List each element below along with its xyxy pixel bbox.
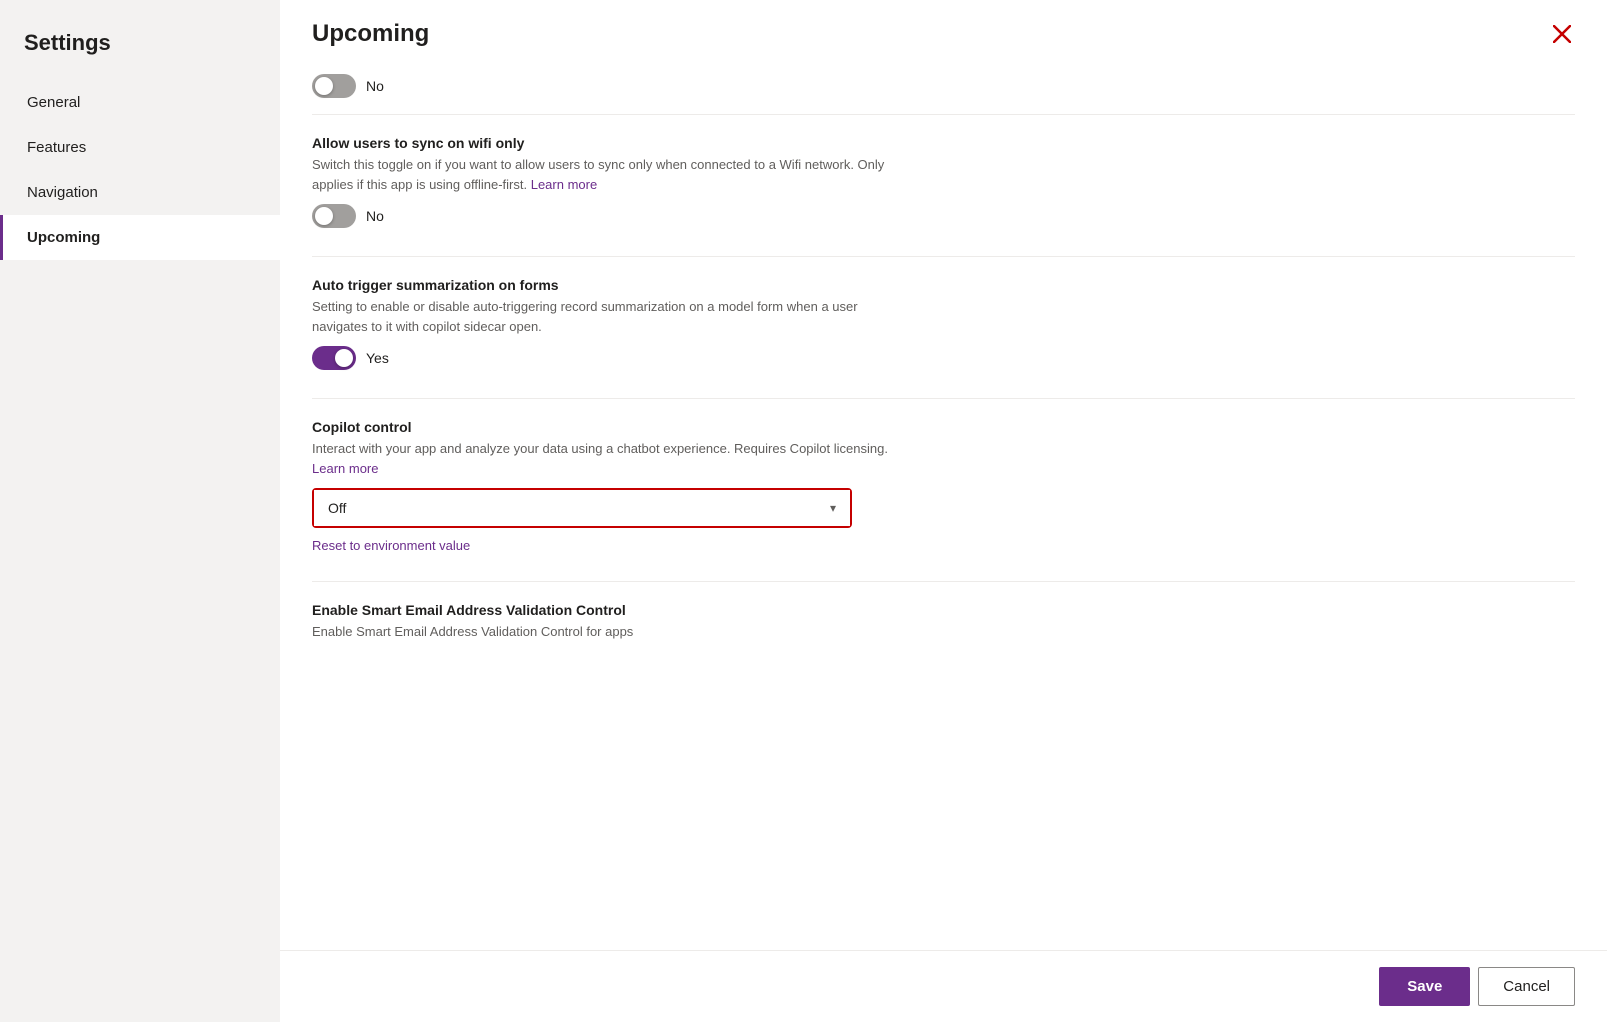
auto-trigger-section: Auto trigger summarization on forms Sett… <box>312 277 1575 370</box>
copilot-dropdown-wrapper: Off On Default ▾ <box>314 490 850 526</box>
content-area: No Allow users to sync on wifi only Swit… <box>280 58 1607 950</box>
toggle-1-thumb <box>315 77 333 95</box>
main-panel: Upcoming No Allow users to sync on wifi … <box>280 0 1607 1022</box>
sidebar-item-navigation[interactable]: Navigation <box>0 170 280 215</box>
copilot-learn-more[interactable]: Learn more <box>312 461 378 476</box>
copilot-section: Copilot control Interact with your app a… <box>312 419 1575 553</box>
auto-trigger-label: Auto trigger summarization on forms <box>312 277 1575 293</box>
divider-4 <box>312 581 1575 582</box>
auto-trigger-thumb <box>335 349 353 367</box>
auto-trigger-toggle-label: Yes <box>366 350 389 366</box>
divider-2 <box>312 256 1575 257</box>
toggle-1-label: No <box>366 78 384 94</box>
wifi-sync-track <box>312 204 356 228</box>
copilot-label: Copilot control <box>312 419 1575 435</box>
cancel-button[interactable]: Cancel <box>1478 967 1575 1006</box>
sidebar: Settings General Features Navigation Upc… <box>0 0 280 1022</box>
copilot-description: Interact with your app and analyze your … <box>312 439 912 478</box>
wifi-sync-description: Switch this toggle on if you want to all… <box>312 155 912 194</box>
smart-email-label: Enable Smart Email Address Validation Co… <box>312 602 1575 618</box>
wifi-sync-toggle-row: No <box>312 204 1575 228</box>
smart-email-section: Enable Smart Email Address Validation Co… <box>312 602 1575 642</box>
wifi-sync-label: Allow users to sync on wifi only <box>312 135 1575 151</box>
main-header: Upcoming <box>280 0 1607 58</box>
save-button[interactable]: Save <box>1379 967 1470 1006</box>
auto-trigger-toggle-row: Yes <box>312 346 1575 370</box>
footer: Save Cancel <box>280 950 1607 1022</box>
sidebar-item-features[interactable]: Features <box>0 125 280 170</box>
reset-to-environment-link[interactable]: Reset to environment value <box>312 538 470 553</box>
toggle-1[interactable] <box>312 74 356 98</box>
page-title: Upcoming <box>312 20 429 48</box>
smart-email-description: Enable Smart Email Address Validation Co… <box>312 622 912 642</box>
copilot-dropdown-container: Off On Default ▾ <box>312 488 852 528</box>
sidebar-item-upcoming[interactable]: Upcoming <box>0 215 280 260</box>
toggle-section-1: No <box>312 74 1575 98</box>
sidebar-item-general[interactable]: General <box>0 80 280 125</box>
wifi-sync-toggle-label: No <box>366 208 384 224</box>
wifi-sync-thumb <box>315 207 333 225</box>
settings-title: Settings <box>0 20 280 80</box>
auto-trigger-toggle[interactable] <box>312 346 356 370</box>
wifi-sync-toggle[interactable] <box>312 204 356 228</box>
close-button[interactable] <box>1549 21 1575 47</box>
divider-3 <box>312 398 1575 399</box>
wifi-sync-learn-more[interactable]: Learn more <box>531 177 597 192</box>
toggle-1-track <box>312 74 356 98</box>
divider-1 <box>312 114 1575 115</box>
copilot-dropdown[interactable]: Off On Default <box>314 490 850 526</box>
auto-trigger-description: Setting to enable or disable auto-trigge… <box>312 297 912 336</box>
auto-trigger-track <box>312 346 356 370</box>
wifi-sync-section: Allow users to sync on wifi only Switch … <box>312 135 1575 228</box>
